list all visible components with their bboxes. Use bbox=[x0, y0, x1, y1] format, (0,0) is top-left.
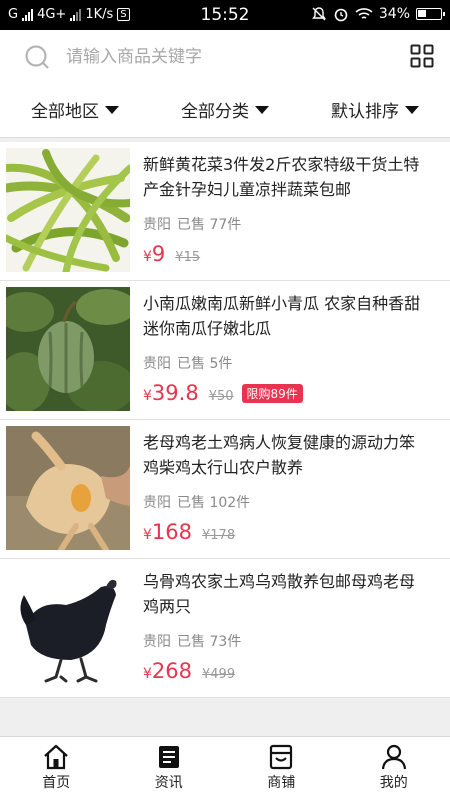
product-item[interactable]: 乌骨鸡农家土鸡乌鸡散养包邮母鸡老母鸡两只 贵阳 已售 73件 ¥268 ¥499 bbox=[0, 559, 450, 698]
product-prices: ¥9 ¥15 bbox=[143, 242, 200, 266]
product-price: ¥9 bbox=[143, 242, 165, 266]
tab-news-label: 资讯 bbox=[154, 775, 183, 791]
currency-symbol: ¥ bbox=[143, 249, 152, 265]
tab-shop[interactable]: 商铺 bbox=[225, 737, 338, 800]
price-value: 39.8 bbox=[151, 381, 199, 405]
tab-home[interactable]: 首页 bbox=[0, 737, 113, 800]
wifi-icon bbox=[355, 8, 373, 19]
product-old-price: ¥499 bbox=[202, 667, 236, 682]
hen-image[interactable] bbox=[6, 426, 130, 550]
tab-profile[interactable]: 我的 bbox=[338, 737, 450, 800]
news-icon bbox=[158, 746, 179, 768]
price-value: 168 bbox=[151, 520, 193, 544]
product-list: 新鲜黄花菜3件发2斤农家特级干货土特产金针孕妇儿童凉拌蔬菜包邮 贵阳 已售 77件… bbox=[0, 142, 450, 698]
black-chicken-image[interactable] bbox=[6, 565, 130, 689]
purchase-limit-badge: 限购89件 bbox=[241, 384, 303, 403]
product-meta: 贵阳 已售 77件 bbox=[143, 214, 241, 234]
product-info: 老母鸡老土鸡病人恢复健康的源动力笨鸡柴鸡太行山农户散养 贵阳 已售 102件 ¥1… bbox=[143, 430, 423, 544]
caret-down-icon bbox=[105, 105, 119, 114]
product-sold: 已售 102件 bbox=[177, 495, 251, 511]
pumpkin-image[interactable] bbox=[6, 287, 130, 411]
product-location: 贵阳 bbox=[143, 217, 171, 233]
product-item[interactable]: 小南瓜嫩南瓜新鲜小青瓜 农家自种香甜迷你南瓜仔嫩北瓜 贵阳 已售 5件 ¥39.8… bbox=[0, 281, 450, 420]
product-item[interactable]: 新鲜黄花菜3件发2斤农家特级干货土特产金针孕妇儿童凉拌蔬菜包邮 贵阳 已售 77件… bbox=[0, 142, 450, 281]
product-title[interactable]: 新鲜黄花菜3件发2斤农家特级干货土特产金针孕妇儿童凉拌蔬菜包邮 bbox=[143, 152, 423, 202]
grid-menu-icon[interactable] bbox=[410, 44, 434, 68]
product-location: 贵阳 bbox=[143, 356, 171, 372]
filter-bar: 全部地区 全部分类 默认排序 bbox=[0, 82, 450, 138]
product-prices: ¥268 ¥499 bbox=[143, 659, 235, 683]
product-info: 乌骨鸡农家土鸡乌鸡散养包邮母鸡老母鸡两只 贵阳 已售 73件 ¥268 ¥499 bbox=[143, 569, 423, 683]
product-meta: 贵阳 已售 5件 bbox=[143, 353, 232, 373]
product-price: ¥268 bbox=[143, 659, 192, 683]
product-sold: 已售 77件 bbox=[177, 217, 242, 233]
product-location: 贵阳 bbox=[143, 634, 171, 650]
filter-category-label: 全部分类 bbox=[181, 102, 249, 122]
price-value: 268 bbox=[151, 659, 193, 683]
product-prices: ¥39.8 ¥50 限购89件 bbox=[143, 381, 303, 405]
product-info: 新鲜黄花菜3件发2斤农家特级干货土特产金针孕妇儿童凉拌蔬菜包邮 贵阳 已售 77件… bbox=[143, 152, 423, 266]
filter-sort-label: 默认排序 bbox=[331, 102, 399, 122]
product-price: ¥168 bbox=[143, 520, 192, 544]
product-title[interactable]: 老母鸡老土鸡病人恢复健康的源动力笨鸡柴鸡太行山农户散养 bbox=[143, 430, 423, 480]
filter-region-label: 全部地区 bbox=[31, 102, 99, 122]
caret-down-icon bbox=[255, 105, 269, 114]
alarm-icon bbox=[334, 8, 348, 22]
product-title[interactable]: 乌骨鸡农家土鸡乌鸡散养包邮母鸡老母鸡两只 bbox=[143, 569, 423, 619]
status-bar: G 4G+ 1K/s S 15:52 34% bbox=[0, 0, 450, 30]
search-icon bbox=[25, 45, 49, 69]
tab-news[interactable]: 资讯 bbox=[113, 737, 226, 800]
home-icon bbox=[44, 744, 68, 770]
currency-symbol: ¥ bbox=[143, 666, 152, 682]
product-title[interactable]: 小南瓜嫩南瓜新鲜小青瓜 农家自种香甜迷你南瓜仔嫩北瓜 bbox=[143, 291, 423, 341]
product-sold: 已售 73件 bbox=[177, 634, 242, 650]
filter-category[interactable]: 全部分类 bbox=[150, 82, 300, 137]
product-prices: ¥168 ¥178 bbox=[143, 520, 235, 544]
currency-symbol: ¥ bbox=[143, 527, 152, 543]
product-location: 贵阳 bbox=[143, 495, 171, 511]
product-old-price: ¥178 bbox=[202, 528, 236, 543]
battery-percent: 34% bbox=[378, 6, 410, 22]
status-right: 34% bbox=[311, 6, 445, 22]
product-item[interactable]: 老母鸡老土鸡病人恢复健康的源动力笨鸡柴鸡太行山农户散养 贵阳 已售 102件 ¥1… bbox=[0, 420, 450, 559]
mute-bell-icon bbox=[311, 7, 326, 21]
tab-shop-label: 商铺 bbox=[267, 775, 296, 791]
product-old-price: ¥50 bbox=[208, 389, 234, 404]
price-value: 9 bbox=[151, 242, 166, 266]
search-input[interactable] bbox=[66, 47, 366, 67]
caret-down-icon bbox=[405, 105, 419, 114]
search-bar bbox=[0, 30, 450, 82]
search-box[interactable] bbox=[24, 42, 384, 72]
tab-profile-label: 我的 bbox=[379, 775, 408, 791]
product-sold: 已售 5件 bbox=[177, 356, 233, 372]
filter-sort[interactable]: 默认排序 bbox=[300, 82, 450, 137]
bottom-tab-bar: 首页 资讯 商铺 我的 bbox=[0, 736, 450, 800]
daylily-image[interactable] bbox=[6, 148, 130, 272]
product-meta: 贵阳 已售 73件 bbox=[143, 631, 241, 651]
shop-icon bbox=[270, 744, 293, 770]
currency-symbol: ¥ bbox=[143, 388, 152, 404]
product-old-price: ¥15 bbox=[175, 250, 201, 265]
product-meta: 贵阳 已售 102件 bbox=[143, 492, 250, 512]
product-info: 小南瓜嫩南瓜新鲜小青瓜 农家自种香甜迷你南瓜仔嫩北瓜 贵阳 已售 5件 ¥39.8… bbox=[143, 291, 423, 405]
battery-icon bbox=[416, 8, 445, 20]
tab-home-label: 首页 bbox=[42, 775, 71, 791]
product-price: ¥39.8 bbox=[143, 381, 199, 405]
filter-region[interactable]: 全部地区 bbox=[0, 82, 150, 137]
user-icon bbox=[381, 744, 406, 770]
